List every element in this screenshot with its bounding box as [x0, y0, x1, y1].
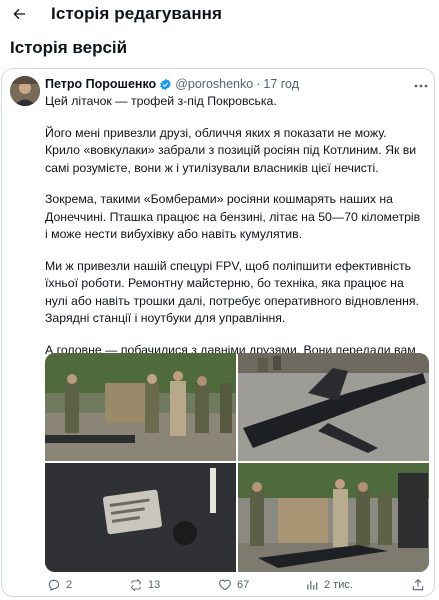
- photo-soldiers-workshop[interactable]: [45, 353, 236, 461]
- separator-dot: ·: [256, 77, 261, 91]
- like-count: 67: [237, 579, 250, 591]
- tweet-paragraph: Його мені привезли друзі, обличчя яких я…: [45, 125, 420, 175]
- photo-group-with-drone[interactable]: [238, 463, 429, 572]
- tweet-paragraph: Ми ж привезли нашій спецурі FPV, щоб пол…: [45, 258, 423, 326]
- tweet-paragraph: Цей літачок — трофей з-під Покровська.: [45, 94, 277, 108]
- avatar[interactable]: [10, 76, 40, 106]
- verified-badge-icon: [160, 78, 171, 90]
- arrow-left-icon: [13, 8, 25, 20]
- tweet-actions: 2 13 67 2 тис.: [45, 578, 429, 596]
- repost-button[interactable]: 13: [129, 578, 160, 592]
- page-title: Історія редагування: [51, 4, 223, 23]
- tweet-header: Петро Порошенко @poroshenko · 17 год: [45, 77, 299, 91]
- repost-icon: [130, 578, 142, 592]
- photo-captured-drone[interactable]: [238, 353, 429, 461]
- share-icon: [412, 579, 424, 591]
- share-button[interactable]: [411, 578, 430, 592]
- tweet-text: Цей літачок — трофей з-під Покровська. Й…: [45, 93, 425, 391]
- tweet-paragraph: Зокрема, такими «Бомберами» росіяни кошм…: [45, 192, 424, 241]
- photo-drone-closeup[interactable]: [45, 463, 236, 572]
- reply-icon: [48, 579, 60, 592]
- heart-icon: [219, 579, 231, 591]
- author-name[interactable]: Петро Порошенко: [45, 77, 156, 91]
- like-button[interactable]: 67: [218, 578, 249, 592]
- top-bar: Історія редагування: [0, 0, 439, 30]
- views-chart-icon: [307, 580, 318, 590]
- media-grid: [45, 353, 429, 572]
- more-options-button[interactable]: [414, 78, 428, 88]
- author-handle[interactable]: @poroshenko: [175, 77, 253, 91]
- section-title: Історія версій: [10, 38, 128, 57]
- repost-count: 13: [148, 579, 161, 591]
- views-button[interactable]: 2 тис.: [305, 578, 353, 592]
- reply-button[interactable]: 2: [47, 578, 72, 592]
- more-dots-icon: [414, 84, 428, 88]
- back-button[interactable]: [9, 4, 29, 24]
- views-count: 2 тис.: [324, 579, 353, 591]
- reply-count: 2: [66, 579, 73, 591]
- tweet-timestamp[interactable]: 17 год: [263, 77, 299, 91]
